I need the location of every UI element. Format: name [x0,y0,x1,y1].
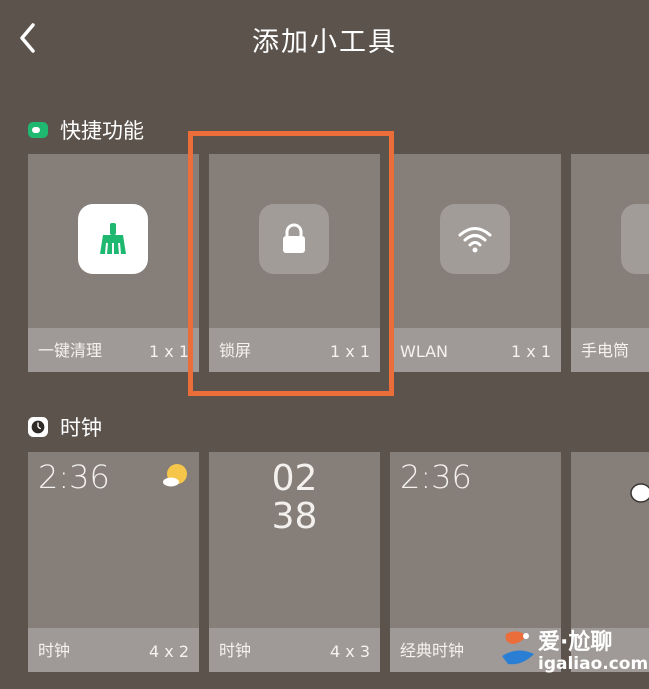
widget-name: 手电筒 [581,341,630,360]
clock-minute: 38 [271,496,318,537]
page-title: 添加小工具 [252,27,397,58]
section-title: 快捷功能 [60,119,144,143]
widget-card-clock-4x3[interactable]: 02 38 时钟 4 x 3 [209,452,380,672]
watermark-line2: igaliao.com [538,654,649,674]
clock-icon [28,417,48,437]
weather-sun-cloud-icon [162,462,190,492]
watermark-line1: 爱·尬聊 [538,630,613,655]
widget-name: 经典时钟 [400,641,465,660]
widget-card-flashlight[interactable]: 手电筒 [571,154,649,372]
section-header-quick-functions: 快捷功能 [28,115,144,145]
widget-size: 1 x 1 [149,342,189,361]
section-header-clock: 时钟 [28,412,102,442]
clock-hour: 02 [271,458,318,499]
top-bar: 添加小工具 [0,0,649,80]
weather-cloud-icon [629,480,649,510]
watermark: 爱·尬聊 igaliao.com [496,620,649,689]
wifi-icon [440,204,510,274]
card-footer: 时钟 4 x 2 [28,628,199,672]
toggle-icon [28,120,48,140]
widget-size: 4 x 2 [149,642,189,661]
widget-name: 一键清理 [38,341,103,360]
watermark-logo-icon [502,631,534,665]
section-title: 时钟 [60,416,102,440]
flashlight-icon [621,204,649,274]
widget-card-wlan[interactable]: WLAN 1 x 1 [390,154,561,372]
widget-size: 4 x 3 [330,642,370,661]
widget-name: 时钟 [38,641,71,660]
card-footer: 手电筒 [571,328,649,372]
widget-card-clock-4x2[interactable]: 2:36 时钟 4 x 2 [28,452,199,672]
widget-size: 1 x 1 [511,342,551,361]
card-footer: 时钟 4 x 3 [209,628,380,672]
widget-name: WLAN [400,342,449,361]
clock-time: 2:36 [400,458,472,496]
card-footer: WLAN 1 x 1 [390,328,561,372]
highlight-frame [188,131,394,396]
widget-card-one-key-clean[interactable]: 一键清理 1 x 1 [28,154,199,372]
clock-time: 2:36 [38,458,110,496]
broom-icon [78,204,148,274]
widget-name: 时钟 [219,641,252,660]
card-footer: 一键清理 1 x 1 [28,328,199,372]
